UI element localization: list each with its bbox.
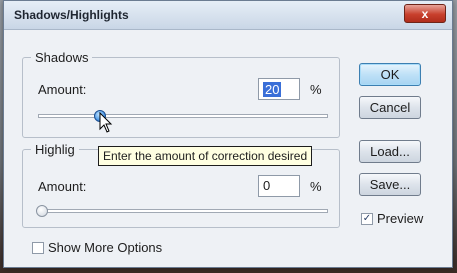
preview-label[interactable]: Preview [377,211,423,226]
highlights-percent-sign: % [310,179,322,194]
shadows-amount-label: Amount: [38,82,87,97]
pointer-cursor-icon [99,112,113,133]
show-more-options-label[interactable]: Show More Options [48,240,162,255]
cancel-button[interactable]: Cancel [359,96,421,119]
shadows-amount-slider-track[interactable] [38,114,328,118]
shadows-amount-value: 20 [263,82,282,97]
highlights-group-label: Highlig [35,142,75,157]
show-more-options-checkbox[interactable] [32,242,44,254]
checkmark-icon: ✓ [362,213,372,224]
load-button[interactable]: Load... [359,140,421,163]
highlights-amount-label: Amount: [38,179,87,194]
shadows-percent-sign: % [310,82,322,97]
highlights-amount-slider-thumb[interactable] [36,205,48,217]
highlights-amount-slider-track[interactable] [38,209,328,213]
amount-tooltip: Enter the amount of correction desired [98,146,313,166]
ok-button[interactable]: OK [359,63,421,86]
preview-checkbox[interactable]: ✓ [361,213,373,225]
save-button[interactable]: Save... [359,173,421,196]
window-title: Shadows/Highlights [14,8,129,22]
close-icon: x [421,6,429,21]
shadows-group-label: Shadows [35,50,89,65]
shadows-highlights-dialog: Shadows/Highlights x Shadows Amount: 20 … [3,0,453,268]
close-button[interactable]: x [404,4,446,23]
highlights-amount-input[interactable]: 0 [258,175,300,197]
shadows-amount-input[interactable]: 20 [258,78,300,100]
title-bar[interactable]: Shadows/Highlights x [4,1,452,30]
